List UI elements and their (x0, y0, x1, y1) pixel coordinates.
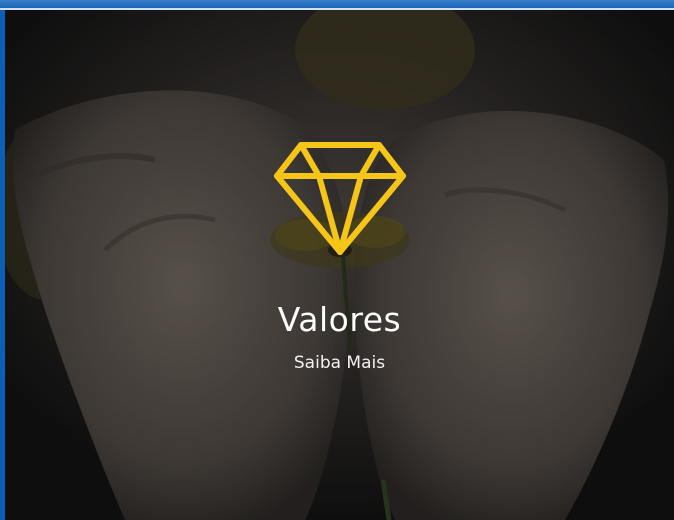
values-banner[interactable]: Valores Saiba Mais (5, 10, 674, 520)
dark-overlay (5, 10, 674, 520)
saiba-mais-link[interactable]: Saiba Mais (294, 353, 385, 373)
window-frame: Valores Saiba Mais (0, 0, 674, 520)
diamond-icon (274, 142, 406, 255)
window-top-strip (0, 0, 674, 10)
saiba-mais-container: Saiba Mais (5, 353, 674, 373)
banner-title: Valores (277, 300, 402, 339)
